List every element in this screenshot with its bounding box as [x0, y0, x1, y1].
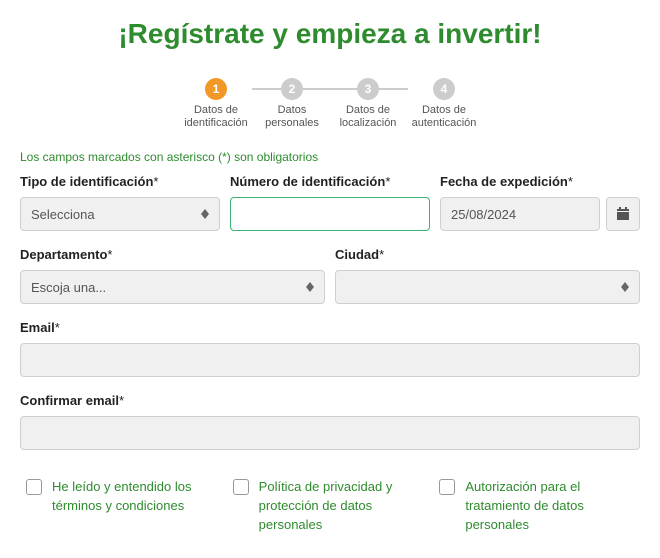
city-label: Ciudad*: [335, 247, 640, 262]
id-type-select[interactable]: Selecciona: [20, 197, 220, 231]
step-number: 3: [357, 78, 379, 100]
id-number-label: Número de identificación*: [230, 174, 430, 189]
city-group: Ciudad*: [335, 247, 640, 304]
chevron-updown-icon: [306, 282, 314, 292]
email-label: Email*: [20, 320, 640, 335]
issue-date-value: 25/08/2024: [451, 207, 516, 222]
required-note: Los campos marcados con asterisco (*) so…: [20, 150, 640, 164]
step-label: Datos delocalización: [340, 104, 397, 130]
id-number-group: Número de identificación*: [230, 174, 430, 231]
step-label: Datos deautenticación: [412, 104, 477, 130]
calendar-button[interactable]: [606, 197, 640, 231]
id-type-value: Selecciona: [31, 207, 95, 222]
chevron-updown-icon: [621, 282, 629, 292]
privacy-check-item: Política de privacidad y protección de d…: [227, 478, 434, 535]
step-number: 2: [281, 78, 303, 100]
step-label: Datospersonales: [265, 104, 319, 130]
department-group: Departamento* Escoja una...: [20, 247, 325, 304]
department-value: Escoja una...: [31, 280, 106, 295]
step-label: Datos deidentificación: [184, 104, 248, 130]
email-input[interactable]: [20, 343, 640, 377]
chevron-updown-icon: [201, 209, 209, 219]
city-select[interactable]: [335, 270, 640, 304]
step-identification: 1 Datos deidentificación: [178, 78, 254, 130]
id-type-label: Tipo de identificación*: [20, 174, 220, 189]
step-auth: 4 Datos deautenticación: [406, 78, 482, 130]
confirm-email-group: Confirmar email*: [20, 393, 640, 450]
step-number: 1: [205, 78, 227, 100]
terms-checkbox[interactable]: [26, 479, 42, 495]
step-location: 3 Datos delocalización: [330, 78, 406, 130]
department-select[interactable]: Escoja una...: [20, 270, 325, 304]
issue-date-input[interactable]: 25/08/2024: [440, 197, 600, 231]
stepper: 1 Datos deidentificación 2 Datospersonal…: [20, 78, 640, 130]
terms-check-item: He leído y entendido los términos y cond…: [20, 478, 227, 535]
step-number: 4: [433, 78, 455, 100]
page-title: ¡Regístrate y empieza a invertir!: [20, 0, 640, 78]
id-number-input[interactable]: [230, 197, 430, 231]
terms-link[interactable]: He leído y entendido los términos y cond…: [52, 478, 221, 516]
confirm-email-input[interactable]: [20, 416, 640, 450]
calendar-icon: [616, 207, 630, 221]
data-auth-checkbox[interactable]: [439, 479, 455, 495]
issue-date-label: Fecha de expedición*: [440, 174, 640, 189]
department-label: Departamento*: [20, 247, 325, 262]
data-auth-check-item: Autorización para el tratamiento de dato…: [433, 478, 640, 535]
data-auth-link[interactable]: Autorización para el tratamiento de dato…: [465, 478, 634, 535]
step-personal: 2 Datospersonales: [254, 78, 330, 130]
confirm-email-label: Confirmar email*: [20, 393, 640, 408]
privacy-checkbox[interactable]: [233, 479, 249, 495]
email-group: Email*: [20, 320, 640, 377]
id-type-group: Tipo de identificación* Selecciona: [20, 174, 220, 231]
issue-date-group: Fecha de expedición* 25/08/2024: [440, 174, 640, 231]
privacy-link[interactable]: Política de privacidad y protección de d…: [259, 478, 428, 535]
